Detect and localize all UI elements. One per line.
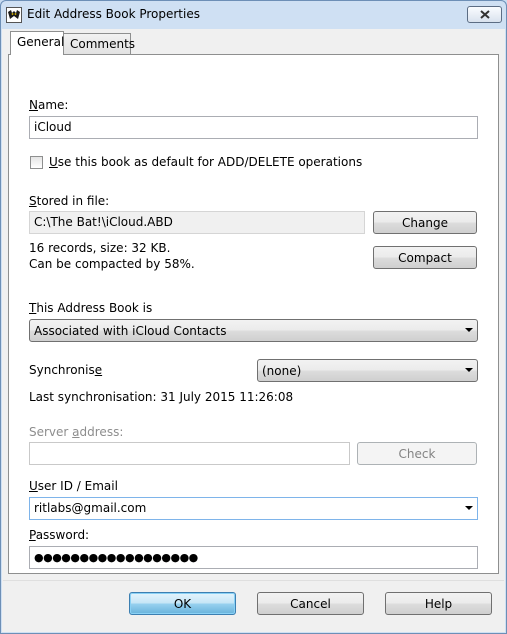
general-tab-panel: Name: iCloud Use this book as default fo… — [8, 54, 499, 574]
the-bat-app-icon[interactable] — [6, 7, 22, 23]
user-id-value: ritlabs@gmail.com — [34, 501, 147, 515]
user-id-label: User ID / Email — [29, 479, 118, 493]
server-address-label: Server address: — [29, 425, 124, 439]
file-path-field[interactable]: C:\The Bat!\iCloud.ABD — [29, 211, 365, 234]
default-book-checkbox[interactable] — [30, 156, 43, 169]
stored-in-file-label: Stored in file: — [29, 194, 110, 208]
chevron-down-icon[interactable] — [465, 506, 473, 510]
close-button[interactable] — [467, 6, 502, 23]
change-button[interactable]: Change — [373, 211, 477, 234]
check-button[interactable]: Check — [357, 442, 477, 465]
chevron-down-icon — [465, 328, 473, 332]
tab-general[interactable]: General — [10, 31, 64, 55]
compact-button[interactable]: Compact — [373, 246, 477, 269]
ok-button[interactable]: OK — [129, 592, 236, 615]
name-label: Name: — [29, 98, 69, 112]
book-type-selected: Associated with iCloud Contacts — [34, 324, 227, 338]
last-sync-text: Last synchronisation: 31 July 2015 11:26… — [29, 390, 294, 404]
dialog-client-area: General Comments Name: iCloud Use this b… — [2, 29, 505, 632]
user-id-combobox[interactable]: ritlabs@gmail.com — [29, 497, 478, 520]
footer-divider — [3, 580, 504, 581]
server-address-input[interactable] — [29, 442, 350, 465]
tab-comments[interactable]: Comments — [63, 33, 135, 55]
synchronise-label: Synchronise — [29, 363, 103, 377]
records-info: 16 records, size: 32 KB. — [29, 241, 171, 255]
synchronise-selected: (none) — [262, 364, 302, 378]
password-input[interactable]: ●●●●●●●●●●●●●●●●●● — [29, 546, 478, 569]
close-icon — [480, 10, 490, 19]
help-button[interactable]: Help — [385, 592, 492, 615]
cancel-button[interactable]: Cancel — [257, 592, 364, 615]
password-label: Password: — [29, 528, 90, 542]
title-bar[interactable]: Edit Address Book Properties — [1, 1, 506, 29]
synchronise-select[interactable]: (none) — [257, 359, 478, 382]
dialog-window: Edit Address Book Properties General Com… — [0, 0, 507, 634]
compact-info: Can be compacted by 58%. — [29, 257, 195, 271]
name-input[interactable]: iCloud — [29, 116, 478, 139]
chevron-down-icon — [465, 368, 473, 372]
book-type-select[interactable]: Associated with iCloud Contacts — [29, 319, 478, 342]
window-title: Edit Address Book Properties — [27, 7, 200, 21]
book-type-label: This Address Book is — [29, 301, 153, 315]
default-book-checkbox-label[interactable]: Use this book as default for ADD/DELETE … — [49, 155, 362, 169]
